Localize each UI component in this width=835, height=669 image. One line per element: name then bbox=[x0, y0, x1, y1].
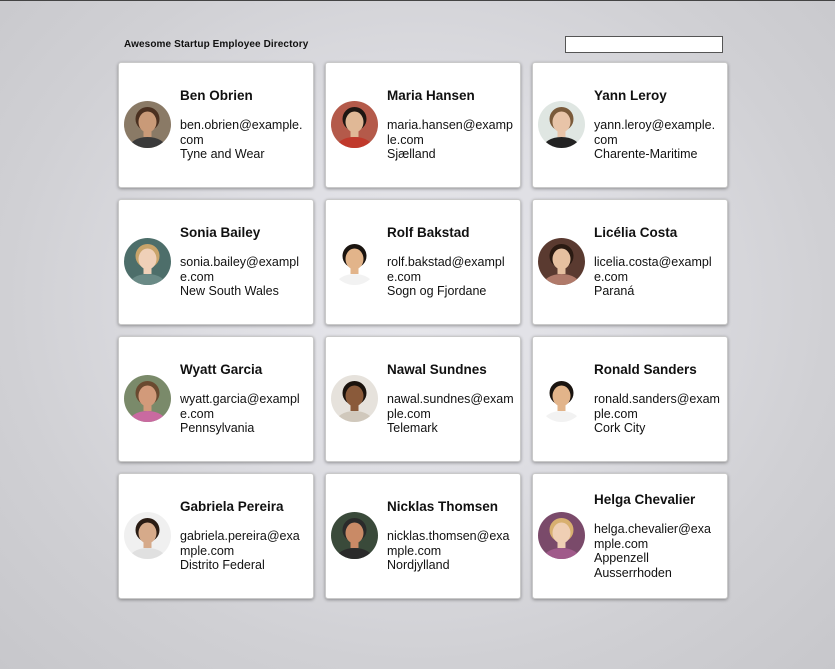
employee-email: sonia.bailey@example.com bbox=[180, 255, 300, 284]
employee-email: ben.obrien@example.com bbox=[180, 118, 303, 147]
employee-email: ronald.sanders@example.com bbox=[594, 392, 720, 421]
avatar-image bbox=[124, 375, 171, 422]
avatar bbox=[331, 375, 378, 422]
employee-card[interactable]: Ronald Sanders ronald.sanders@example.co… bbox=[532, 336, 728, 462]
avatar bbox=[124, 512, 171, 559]
employee-email: nicklas.thomsen@example.com bbox=[387, 529, 510, 558]
avatar bbox=[331, 238, 378, 285]
search-input[interactable] bbox=[565, 36, 723, 53]
employee-location: Charente-Maritime bbox=[594, 147, 698, 162]
employee-name: Yann Leroy bbox=[594, 88, 667, 104]
employee-email: maria.hansen@example.com bbox=[387, 118, 513, 147]
employee-location: Distrito Federal bbox=[180, 558, 265, 573]
avatar-image bbox=[538, 238, 585, 285]
card-info: Licélia Costa licelia.costa@example.com … bbox=[594, 200, 721, 324]
employee-name: Helga Chevalier bbox=[594, 492, 696, 507]
avatar bbox=[124, 375, 171, 422]
employee-name: Gabriela Pereira bbox=[180, 499, 284, 515]
employee-location: Pennsylvania bbox=[180, 421, 255, 436]
avatar bbox=[538, 375, 585, 422]
employee-location: Sjælland bbox=[387, 147, 436, 162]
employee-card[interactable]: Licélia Costa licelia.costa@example.com … bbox=[532, 199, 728, 325]
employee-card[interactable]: Gabriela Pereira gabriela.pereira@exampl… bbox=[118, 473, 314, 599]
employee-name: Nicklas Thomsen bbox=[387, 499, 499, 515]
avatar bbox=[538, 101, 585, 148]
employee-email: gabriela.pereira@example.com bbox=[180, 529, 300, 558]
employee-email: nawal.sundnes@example.com bbox=[387, 392, 514, 421]
avatar-image bbox=[331, 238, 378, 285]
employee-email: rolf.bakstad@example.com bbox=[387, 255, 505, 284]
avatar bbox=[538, 512, 585, 559]
employee-email: helga.chevalier@example.com bbox=[594, 522, 711, 551]
employee-name: Ben Obrien bbox=[180, 88, 253, 104]
card-info: Gabriela Pereira gabriela.pereira@exampl… bbox=[180, 474, 307, 598]
card-info: Nawal Sundnes nawal.sundnes@example.com … bbox=[387, 337, 514, 461]
card-info: Sonia Bailey sonia.bailey@example.com Ne… bbox=[180, 200, 307, 324]
employee-name: Nawal Sundnes bbox=[387, 362, 487, 378]
card-info: Maria Hansen maria.hansen@example.com Sj… bbox=[387, 63, 514, 187]
employee-grid: Ben Obrien ben.obrien@example.com Tyne a… bbox=[118, 62, 728, 599]
employee-name: Ronald Sanders bbox=[594, 362, 697, 378]
card-info: Helga Chevalier helga.chevalier@example.… bbox=[594, 474, 721, 598]
employee-location: Cork City bbox=[594, 421, 646, 436]
employee-card[interactable]: Wyatt Garcia wyatt.garcia@example.com Pe… bbox=[118, 336, 314, 462]
avatar-image bbox=[538, 512, 585, 559]
card-info: Ben Obrien ben.obrien@example.com Tyne a… bbox=[180, 63, 307, 187]
employee-name: Licélia Costa bbox=[594, 225, 678, 241]
avatar-image bbox=[124, 512, 171, 559]
card-info: Yann Leroy yann.leroy@example.com Charen… bbox=[594, 63, 721, 187]
employee-location: Tyne and Wear bbox=[180, 147, 265, 162]
avatar-image bbox=[331, 375, 378, 422]
avatar-image bbox=[538, 375, 585, 422]
employee-location: Paraná bbox=[594, 284, 635, 299]
card-info: Nicklas Thomsen nicklas.thomsen@example.… bbox=[387, 474, 514, 598]
avatar bbox=[124, 101, 171, 148]
employee-name: Wyatt Garcia bbox=[180, 362, 263, 378]
avatar-image bbox=[331, 101, 378, 148]
employee-location: Nordjylland bbox=[387, 558, 450, 573]
employee-location: Appenzell Ausserrhoden bbox=[594, 551, 672, 580]
employee-email: licelia.costa@example.com bbox=[594, 255, 712, 284]
employee-card[interactable]: Helga Chevalier helga.chevalier@example.… bbox=[532, 473, 728, 599]
employee-email: yann.leroy@example.com bbox=[594, 118, 716, 147]
employee-location: Sogn og Fjordane bbox=[387, 284, 487, 299]
avatar bbox=[538, 238, 585, 285]
card-info: Rolf Bakstad rolf.bakstad@example.com So… bbox=[387, 200, 514, 324]
employee-card[interactable]: Sonia Bailey sonia.bailey@example.com Ne… bbox=[118, 199, 314, 325]
avatar-image bbox=[124, 101, 171, 148]
avatar-image bbox=[331, 512, 378, 559]
employee-card[interactable]: Nawal Sundnes nawal.sundnes@example.com … bbox=[325, 336, 521, 462]
avatar-image bbox=[124, 238, 171, 285]
card-info: Ronald Sanders ronald.sanders@example.co… bbox=[594, 337, 721, 461]
employee-card[interactable]: Nicklas Thomsen nicklas.thomsen@example.… bbox=[325, 473, 521, 599]
avatar bbox=[331, 512, 378, 559]
employee-name: Sonia Bailey bbox=[180, 225, 261, 241]
employee-location: Telemark bbox=[387, 421, 438, 436]
employee-card[interactable]: Maria Hansen maria.hansen@example.com Sj… bbox=[325, 62, 521, 188]
card-info: Wyatt Garcia wyatt.garcia@example.com Pe… bbox=[180, 337, 307, 461]
avatar-image bbox=[538, 101, 585, 148]
employee-name: Maria Hansen bbox=[387, 88, 475, 104]
employee-location: New South Wales bbox=[180, 284, 279, 299]
avatar bbox=[331, 101, 378, 148]
avatar bbox=[124, 238, 171, 285]
employee-card[interactable]: Ben Obrien ben.obrien@example.com Tyne a… bbox=[118, 62, 314, 188]
employee-name: Rolf Bakstad bbox=[387, 225, 470, 241]
employee-email: wyatt.garcia@example.com bbox=[180, 392, 300, 421]
page-title: Awesome Startup Employee Directory bbox=[124, 39, 309, 50]
employee-card[interactable]: Yann Leroy yann.leroy@example.com Charen… bbox=[532, 62, 728, 188]
employee-card[interactable]: Rolf Bakstad rolf.bakstad@example.com So… bbox=[325, 199, 521, 325]
